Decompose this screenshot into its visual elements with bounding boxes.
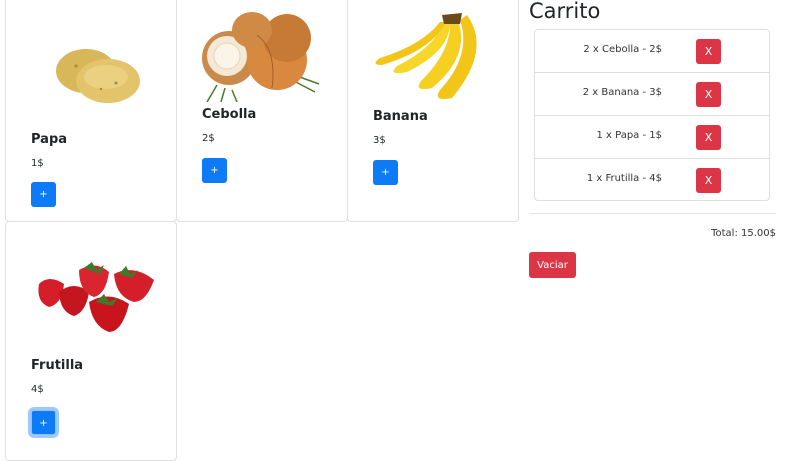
cart-item-text: 1 x Frutilla - 4$ [586,173,662,184]
product-title: Banana [373,109,428,124]
add-to-cart-button[interactable]: + [31,182,56,207]
cart-title: Carrito [529,0,601,23]
cart-total: Total: 15.00$ [711,228,776,239]
product-title: Frutilla [31,358,84,373]
product-price: 1$ [31,158,44,169]
product-title: Cebolla [202,107,257,122]
remove-item-button[interactable]: X [696,168,721,193]
product-card-frutilla: Frutilla 4$ + [5,221,177,461]
cart-item: 2 x Banana - 3$ X [535,73,769,116]
remove-item-button[interactable]: X [696,39,721,64]
onion-image [202,12,320,102]
strawberry-image [38,262,154,332]
cart-divider [529,213,776,214]
cart-item-text: 2 x Banana - 3$ [582,87,662,98]
add-to-cart-button[interactable]: + [31,410,56,435]
product-card-papa: Papa 1$ + [5,0,177,222]
cart-item: 1 x Papa - 1$ X [535,116,769,159]
remove-item-button[interactable]: X [696,125,721,150]
product-price: 2$ [202,133,215,144]
add-to-cart-button[interactable]: + [202,158,227,183]
product-card-banana: Banana 3$ + [347,0,519,222]
cart-item-text: 1 x Papa - 1$ [596,130,662,141]
banana-image [375,13,477,99]
product-price: 3$ [373,135,386,146]
potato-image [56,49,140,103]
cart-item-text: 2 x Cebolla - 2$ [583,44,662,55]
product-card-cebolla: Cebolla 2$ + [176,0,348,222]
remove-item-button[interactable]: X [696,82,721,107]
product-title: Papa [31,132,68,147]
empty-cart-button[interactable]: Vaciar [529,252,576,278]
add-to-cart-button[interactable]: + [373,160,398,185]
cart-list: 2 x Cebolla - 2$ X 2 x Banana - 3$ X 1 x… [534,29,770,201]
cart-item: 2 x Cebolla - 2$ X [535,30,769,73]
product-price: 4$ [31,384,44,395]
cart-item: 1 x Frutilla - 4$ X [535,159,769,202]
